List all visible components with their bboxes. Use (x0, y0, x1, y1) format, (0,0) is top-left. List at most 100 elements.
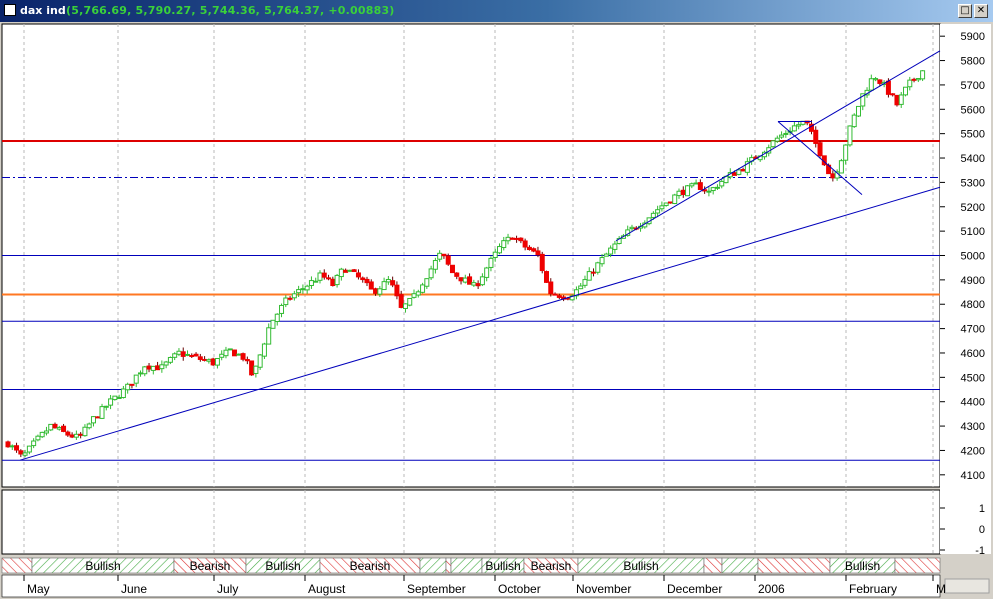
candle-body (475, 283, 481, 287)
quote-values: (5,766.69, 5,790.27, 5,744.36, 5,764.37,… (66, 4, 395, 17)
candle-body (591, 271, 597, 274)
candle-body (492, 251, 498, 258)
candle-body (398, 294, 404, 308)
candle-body (116, 396, 122, 399)
candle-body (907, 79, 913, 88)
candle-body (420, 284, 426, 293)
signal-segment (445, 557, 452, 574)
maximize-button[interactable]: □ (958, 4, 972, 18)
x-tick-label: November (576, 582, 631, 596)
y-tick-label: 5800 (961, 56, 985, 68)
y-tick-label: 5300 (961, 177, 985, 189)
candle-body (287, 297, 293, 300)
candle-body (496, 246, 502, 254)
candle-body (360, 277, 366, 281)
candle-body (249, 360, 255, 376)
candle-body (689, 183, 695, 187)
close-button[interactable]: ✕ (974, 4, 988, 18)
candle-body (274, 313, 280, 322)
candle-body (471, 282, 477, 286)
signal-label: Bullish (485, 559, 520, 573)
candle-body (343, 269, 349, 273)
candle-body (321, 272, 327, 278)
candle-body (146, 365, 152, 370)
indicator-tick-label: 1 (979, 503, 985, 515)
candle-body (685, 185, 691, 197)
indicator-plot-area (1, 489, 941, 555)
candle-body (432, 260, 438, 270)
candle-body (308, 280, 314, 286)
x-tick-label: August (308, 582, 346, 596)
candle-body (885, 80, 891, 95)
candle-body (851, 114, 857, 128)
candle-body (172, 353, 178, 358)
candle-body (5, 441, 11, 448)
candle-body (847, 125, 853, 146)
candle-body (296, 289, 302, 294)
candle-body (454, 272, 460, 277)
y-tick-label: 5200 (961, 202, 985, 214)
x-tick-label: December (667, 582, 722, 596)
candle-body (253, 365, 259, 374)
candle-body (155, 365, 161, 371)
candle-body (313, 280, 319, 283)
candle-body (167, 356, 173, 363)
candle-body (334, 274, 340, 286)
x-tick-label: June (121, 582, 147, 596)
candle-body (185, 353, 191, 356)
window-titlebar[interactable]: dax ind (5,766.69, 5,790.27, 5,744.36, 5… (0, 0, 993, 22)
candle-body (441, 253, 447, 257)
x-tick-label: July (217, 582, 238, 596)
candle-body (129, 383, 135, 386)
candle-body (903, 86, 909, 96)
y-tick-label: 4100 (961, 470, 985, 482)
y-tick-label: 5000 (961, 251, 985, 263)
candle-body (300, 288, 306, 291)
candle-body (279, 304, 285, 314)
scroll-box (944, 578, 990, 594)
x-tick-label: September (407, 582, 466, 596)
candle-body (78, 433, 84, 436)
candle-body (48, 423, 54, 431)
candle-body (676, 190, 682, 197)
candle-body (838, 160, 844, 174)
candle-body (407, 297, 413, 306)
candle-body (232, 349, 238, 357)
x-tick-label: 2006 (758, 582, 785, 596)
signal-label: Bullish (845, 559, 880, 573)
candle-body (855, 105, 861, 117)
candle-body (612, 243, 618, 250)
candle-body (326, 277, 332, 280)
candle-body (197, 356, 203, 360)
candle-body (338, 268, 344, 278)
candle-body (206, 359, 212, 362)
candle-body (603, 253, 609, 257)
x-tick-label: May (27, 582, 50, 596)
candle-body (227, 348, 233, 351)
candle-body (368, 281, 374, 290)
candle-body (163, 361, 169, 366)
candle-body (402, 303, 408, 309)
signal-label: Bullish (623, 559, 658, 573)
candle-body (659, 205, 665, 210)
candle-body (873, 78, 879, 81)
y-tick-label: 5700 (961, 80, 985, 92)
candle-body (61, 425, 67, 432)
candle-body (479, 276, 485, 286)
candle-body (133, 374, 139, 384)
x-tick-label: February (849, 582, 897, 596)
candle-body (125, 383, 131, 391)
candle-body (437, 252, 443, 260)
signal-segment (894, 557, 941, 574)
candle-body (779, 134, 785, 138)
candle-body (445, 255, 451, 265)
signal-segment (1, 557, 33, 574)
candle-body (108, 398, 114, 406)
candle-body (257, 354, 263, 368)
y-tick-label: 4200 (961, 445, 985, 457)
candle-body (911, 78, 917, 81)
window-system-icon[interactable] (4, 4, 16, 16)
candle-body (522, 240, 528, 248)
indicator-tick-label: -1 (975, 545, 985, 557)
candle-body (578, 285, 584, 290)
